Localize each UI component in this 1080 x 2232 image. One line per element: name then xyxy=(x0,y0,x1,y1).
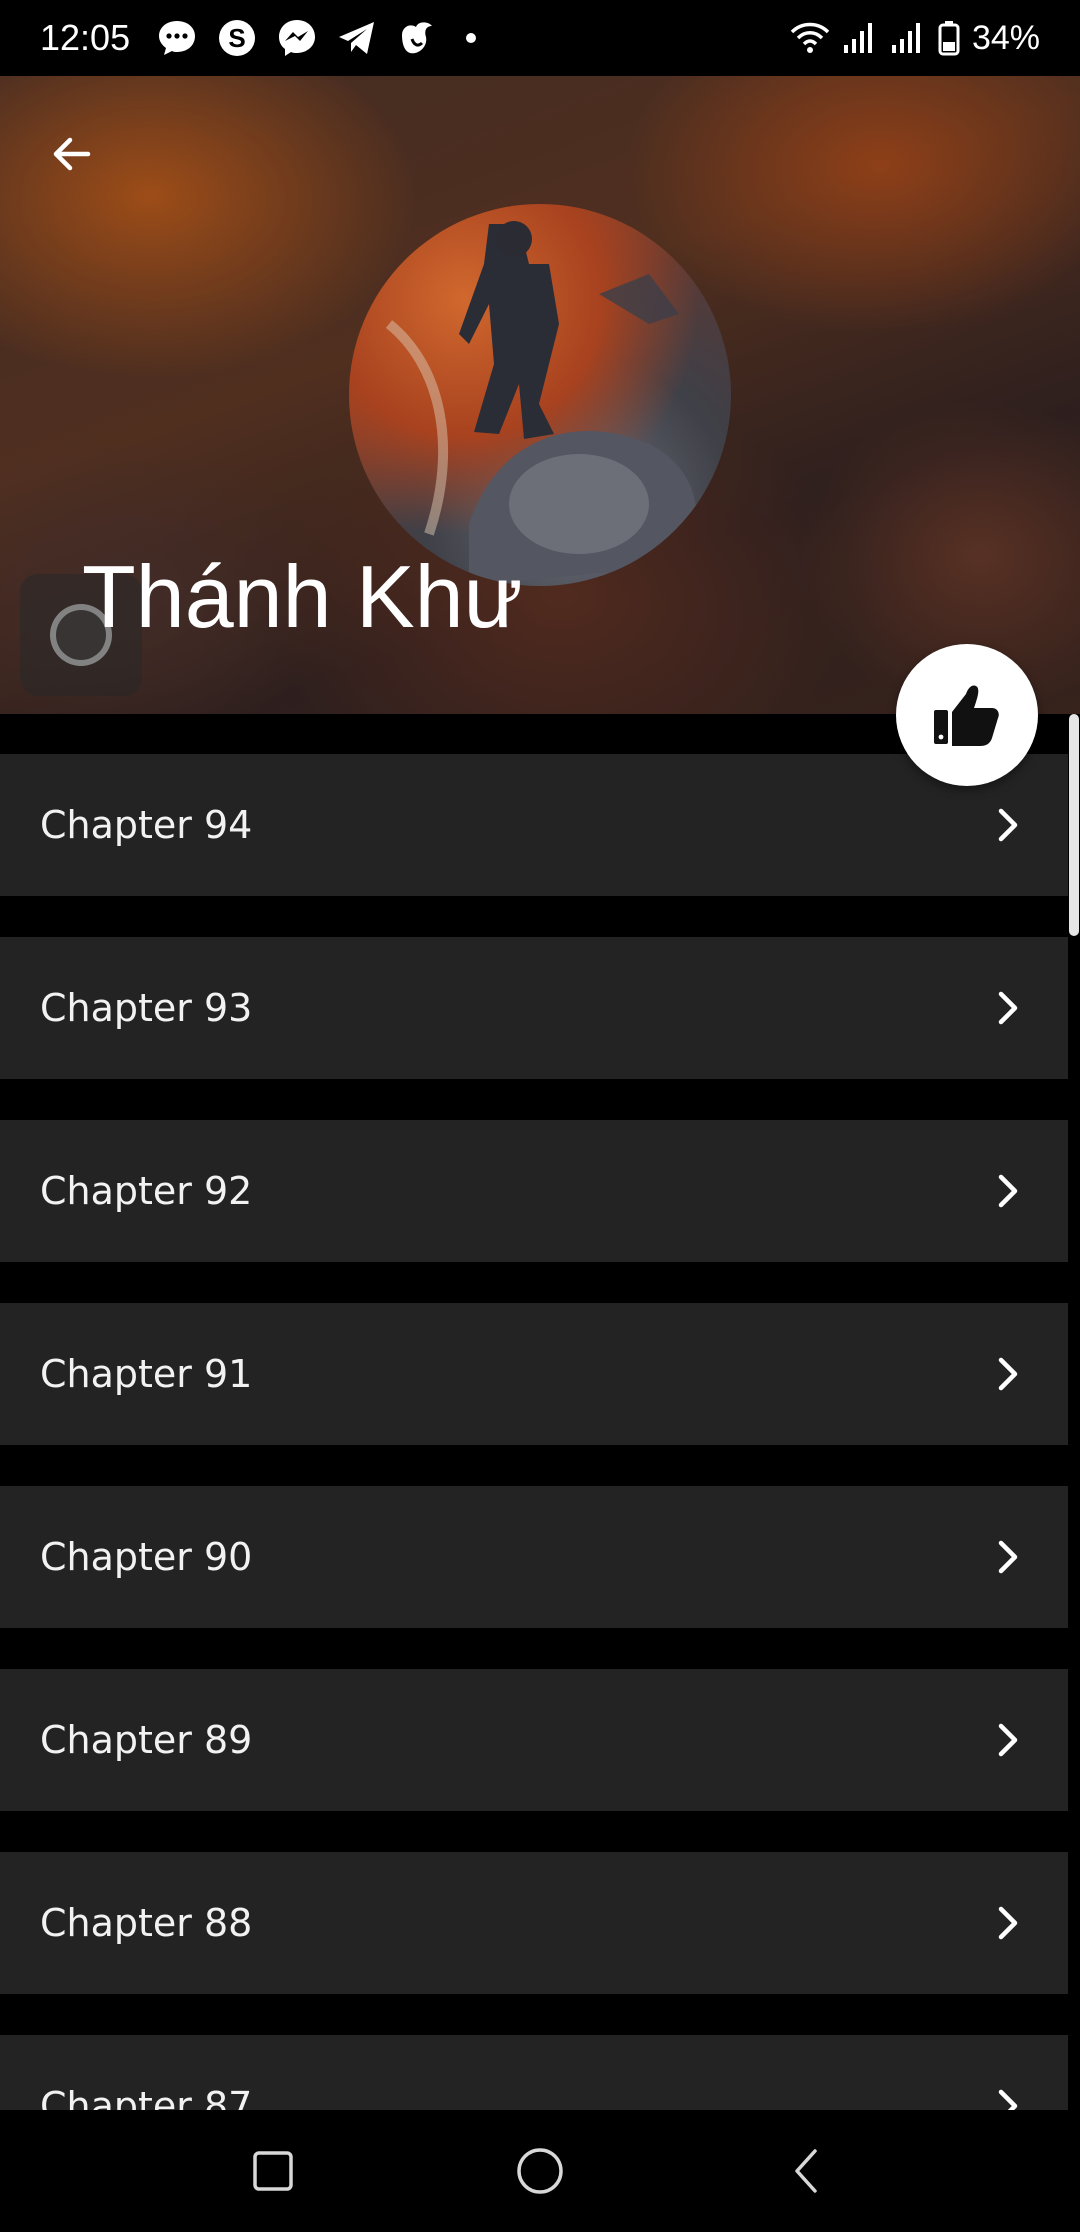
chevron-right-icon xyxy=(990,1722,1026,1758)
scrollbar-thumb[interactable] xyxy=(1069,714,1079,936)
back-chevron-icon xyxy=(794,2149,817,2193)
signal-icon xyxy=(843,23,872,53)
chapter-label: Chapter 92 xyxy=(40,1169,253,1213)
arrow-left-icon xyxy=(53,137,91,171)
chevron-right-icon xyxy=(990,990,1026,1026)
telegram-icon xyxy=(334,15,380,61)
chevron-right-icon xyxy=(990,1356,1026,1392)
comic-title: Thánh Khư xyxy=(82,547,523,646)
recents-square-icon xyxy=(253,2151,294,2191)
chevron-right-icon xyxy=(990,2088,1026,2110)
chapter-row[interactable]: Chapter 88 xyxy=(0,1852,1068,1994)
chapter-row[interactable]: Chapter 90 xyxy=(0,1486,1068,1628)
chapter-label: Chapter 90 xyxy=(40,1535,253,1579)
chapter-row[interactable]: Chapter 87 xyxy=(0,2035,1068,2110)
messenger-icon xyxy=(274,15,320,61)
chapter-list: Chapter 94 Chapter 93 Chapter 92 Chapter… xyxy=(0,714,1068,2110)
status-time: 12:05 xyxy=(40,17,131,58)
home-button[interactable] xyxy=(500,2131,580,2211)
chapter-label: Chapter 91 xyxy=(40,1352,253,1396)
system-status-icons: 34% xyxy=(790,19,1040,58)
chapter-label: Chapter 94 xyxy=(40,803,253,847)
more-notifications-dot xyxy=(466,33,477,43)
chapter-label: Chapter 89 xyxy=(40,1718,253,1762)
thumbs-up-icon xyxy=(934,685,999,746)
comic-header: Thánh Khư xyxy=(0,76,1080,714)
skype-icon: S xyxy=(214,15,260,61)
home-circle-icon xyxy=(517,2148,563,2194)
back-button[interactable] xyxy=(40,122,104,186)
system-nav-bar xyxy=(0,2110,1080,2232)
chapter-row[interactable]: Chapter 94 xyxy=(0,754,1068,896)
chapter-row[interactable]: Chapter 92 xyxy=(0,1120,1068,1262)
chapter-row[interactable]: Chapter 89 xyxy=(0,1669,1068,1811)
chevron-right-icon xyxy=(990,1905,1026,1941)
signal-icon xyxy=(891,23,920,53)
chevron-right-icon xyxy=(990,1539,1026,1575)
chapter-label: Chapter 87 xyxy=(40,2084,253,2110)
recents-button[interactable] xyxy=(233,2131,313,2211)
nav-back-button[interactable] xyxy=(767,2131,847,2211)
battery-icon xyxy=(938,21,960,56)
notification-icons: S xyxy=(154,15,477,61)
battery-percent: 34% xyxy=(971,18,1040,57)
chevron-right-icon xyxy=(990,807,1026,843)
chat-bubble-icon xyxy=(154,15,200,61)
chapter-label: Chapter 93 xyxy=(40,986,253,1030)
chapter-row[interactable]: Chapter 93 xyxy=(0,937,1068,1079)
comic-cover-image xyxy=(349,204,731,586)
wifi-icon xyxy=(790,22,830,53)
like-button[interactable] xyxy=(896,644,1038,786)
chapter-row[interactable]: Chapter 91 xyxy=(0,1303,1068,1445)
svg-text:S: S xyxy=(228,23,245,53)
status-bar: 12:05 S 34% xyxy=(0,0,1080,76)
chapter-label: Chapter 88 xyxy=(40,1901,253,1945)
bird-app-icon xyxy=(394,15,440,61)
chevron-right-icon xyxy=(990,1173,1026,1209)
